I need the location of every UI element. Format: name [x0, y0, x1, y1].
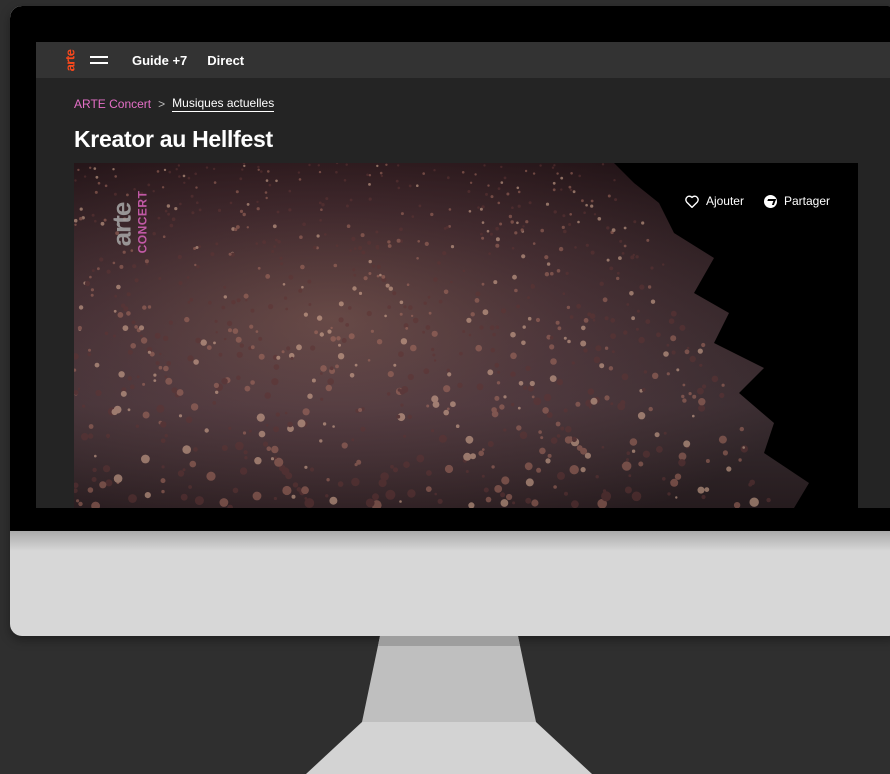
add-label: Ajouter [705, 194, 744, 208]
monitor-stand-base [306, 722, 592, 774]
breadcrumb-separator: > [158, 97, 166, 111]
monitor-stand-neck [362, 636, 536, 722]
video-player[interactable]: arte CONCERT Ajouter Partager [74, 163, 858, 508]
breadcrumb-home-link[interactable]: ARTE Concert [74, 97, 151, 111]
nav-link-direct[interactable]: Direct [207, 53, 244, 68]
nav-link-guide[interactable]: Guide +7 [132, 53, 187, 68]
watermark-brand: arte [106, 202, 137, 247]
crowd-image [74, 163, 858, 508]
arte-logo[interactable]: arte [62, 42, 78, 78]
monitor-bezel: arte Guide +7 Direct ARTE Concert > Musi… [10, 6, 890, 531]
breadcrumb: ARTE Concert > Musiques actuelles [74, 96, 275, 112]
arte-concert-watermark: arte CONCERT [106, 185, 150, 265]
monitor-frame: arte Guide +7 Direct ARTE Concert > Musi… [10, 6, 890, 636]
logo-text: arte [62, 49, 78, 71]
add-button[interactable]: Ajouter [685, 194, 744, 208]
share-icon [763, 194, 777, 208]
share-button[interactable]: Partager [763, 194, 830, 208]
monitor-chin [10, 531, 890, 551]
page-title: Kreator au Hellfest [74, 126, 273, 152]
screen: arte Guide +7 Direct ARTE Concert > Musi… [36, 42, 890, 508]
top-navigation: arte Guide +7 Direct [36, 42, 890, 78]
menu-icon[interactable] [90, 42, 110, 78]
video-actions: Ajouter Partager [685, 194, 830, 208]
breadcrumb-current-link[interactable]: Musiques actuelles [172, 96, 275, 112]
share-label: Partager [783, 194, 830, 208]
heart-icon [685, 195, 699, 208]
watermark-sub: CONCERT [135, 190, 150, 254]
